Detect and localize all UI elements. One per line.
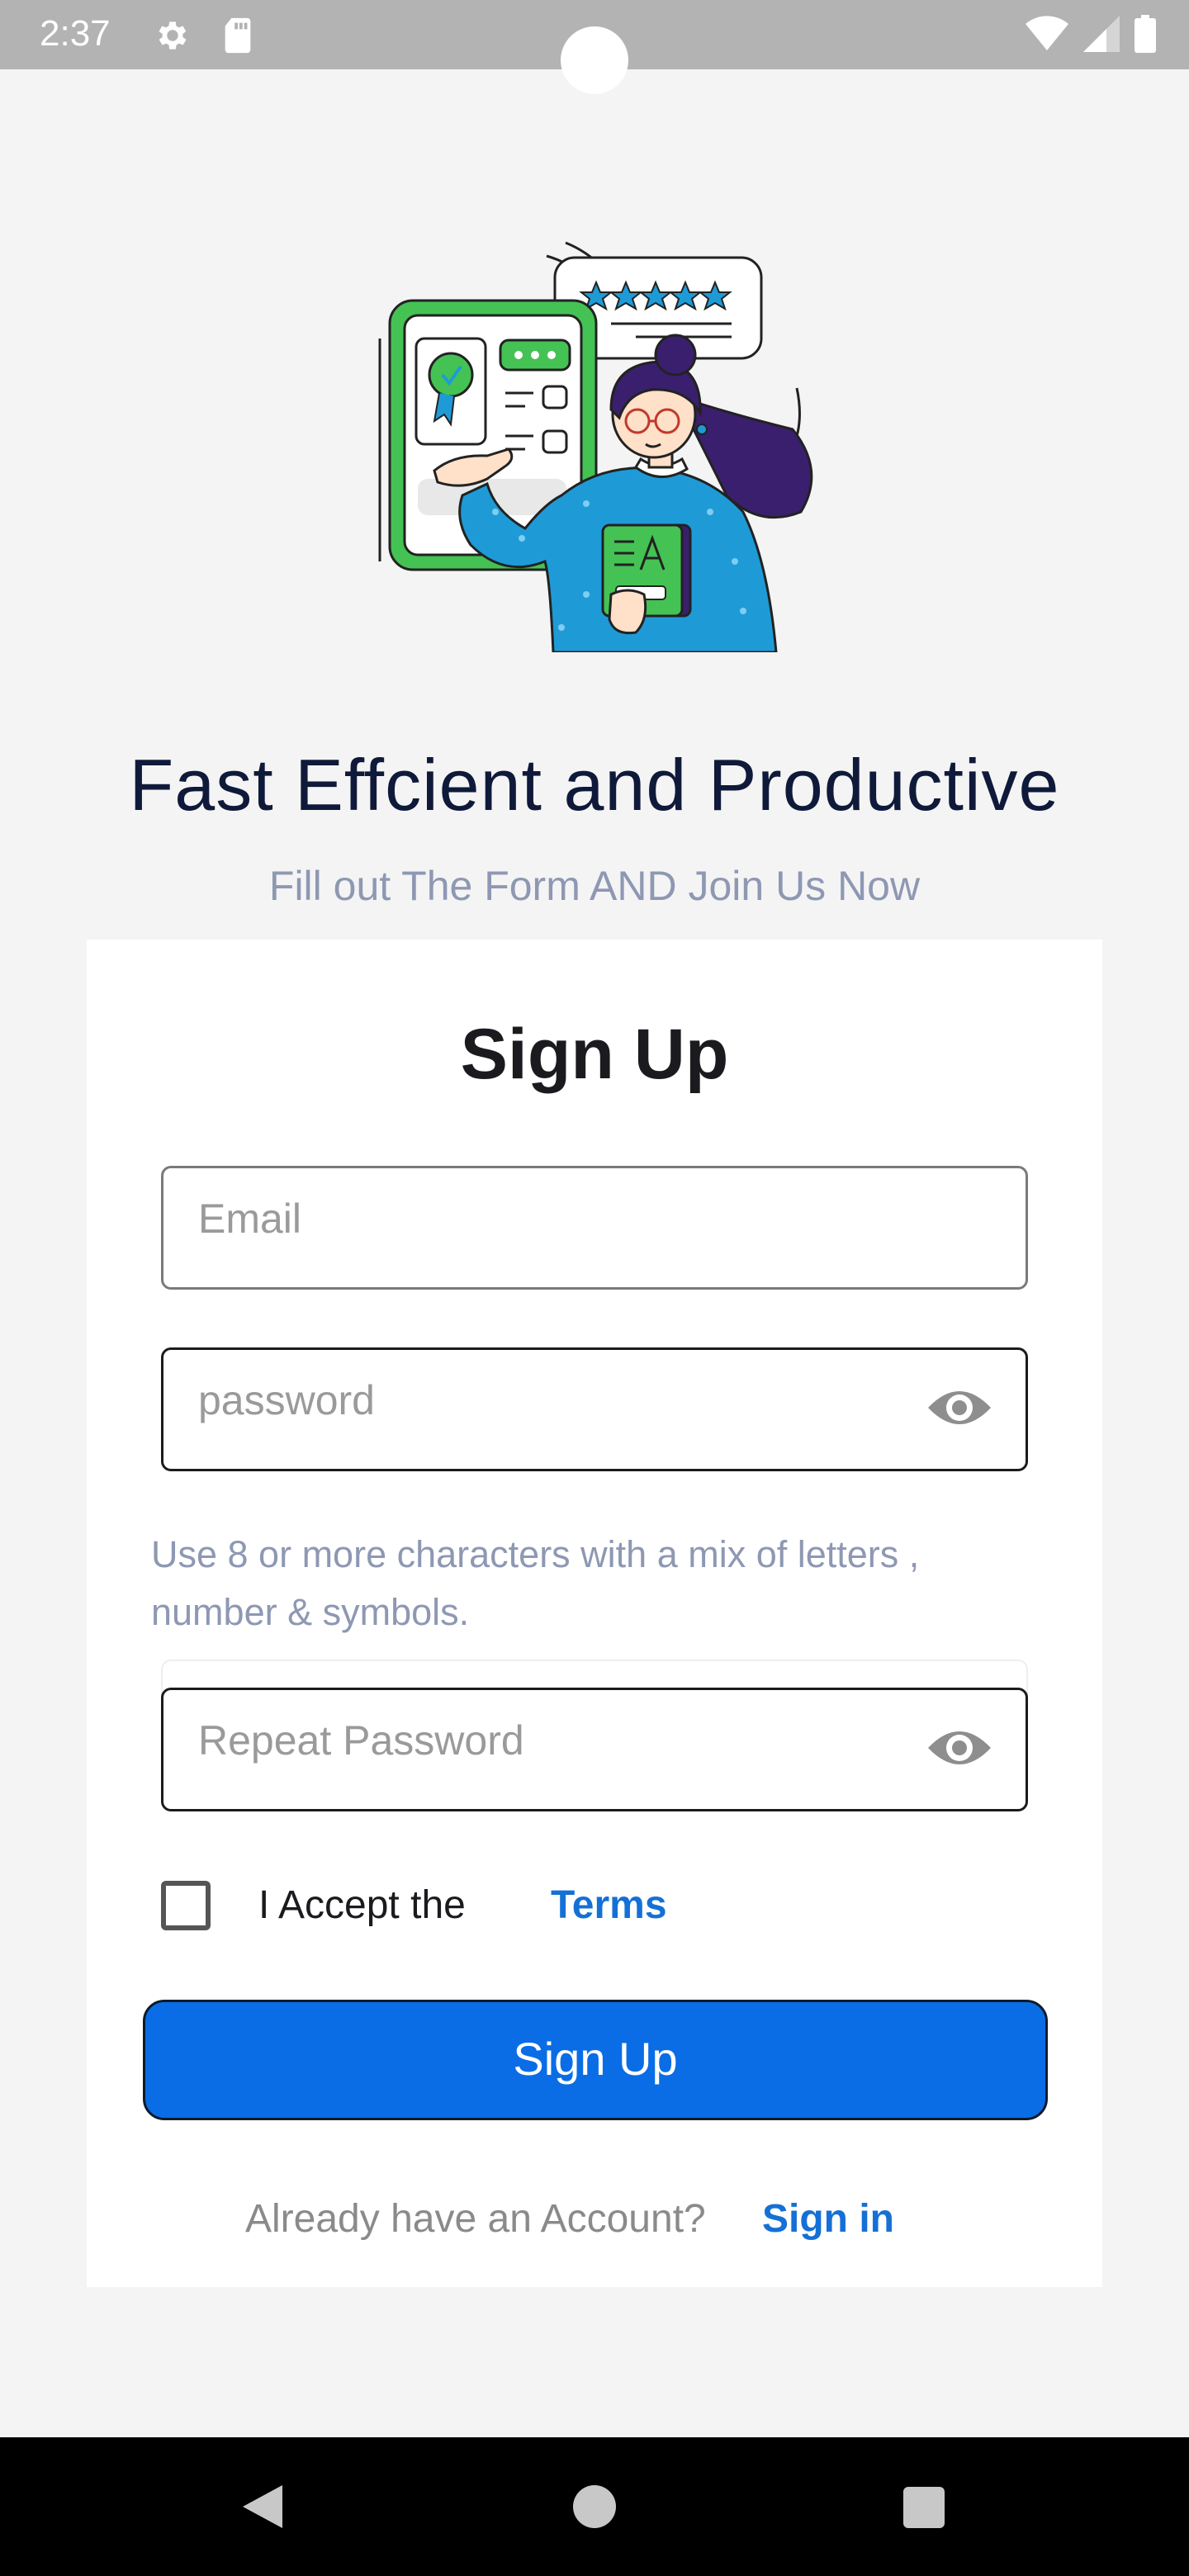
back-icon[interactable] <box>239 2482 286 2536</box>
gear-icon <box>154 17 192 59</box>
status-time: 2:37 <box>40 13 111 54</box>
password-placeholder: password <box>198 1377 375 1423</box>
repeat-password-placeholder: Repeat Password <box>198 1717 524 1764</box>
eye-icon[interactable] <box>926 1726 992 1773</box>
email-field[interactable]: Email <box>161 1166 1028 1290</box>
terms-checkbox[interactable] <box>161 1881 211 1930</box>
already-account-text: Already have an Account? <box>245 2197 706 2241</box>
camera-cutout <box>561 26 628 94</box>
email-placeholder: Email <box>198 1196 302 1242</box>
wifi-icon <box>1026 16 1068 56</box>
password-field[interactable]: password <box>161 1347 1028 1471</box>
battery-icon <box>1135 15 1156 57</box>
sd-card-icon <box>221 17 254 59</box>
hero-illustration <box>363 231 826 654</box>
eye-icon[interactable] <box>926 1386 992 1433</box>
navigation-bar <box>0 2437 1189 2576</box>
subheadline: Fill out The Form AND Join Us Now <box>268 863 921 909</box>
recents-icon[interactable] <box>903 2487 945 2528</box>
password-hint: Use 8 or more characters with a mix of l… <box>151 1533 920 1633</box>
form-title: Sign Up <box>460 1015 729 1094</box>
signup-button[interactable]: Sign Up <box>143 2000 1048 2120</box>
accept-label: I Accept the <box>258 1883 466 1927</box>
signal-icon <box>1083 16 1120 56</box>
headline: Fast Effcient and Productive <box>129 744 1060 826</box>
home-icon[interactable] <box>573 2485 616 2528</box>
terms-link[interactable]: Terms <box>551 1882 667 1928</box>
signin-link[interactable]: Sign in <box>762 2196 894 2242</box>
signup-card: Sign Up Email password Use 8 or more cha… <box>87 940 1102 2287</box>
repeat-password-field[interactable]: Repeat Password <box>161 1688 1028 1811</box>
